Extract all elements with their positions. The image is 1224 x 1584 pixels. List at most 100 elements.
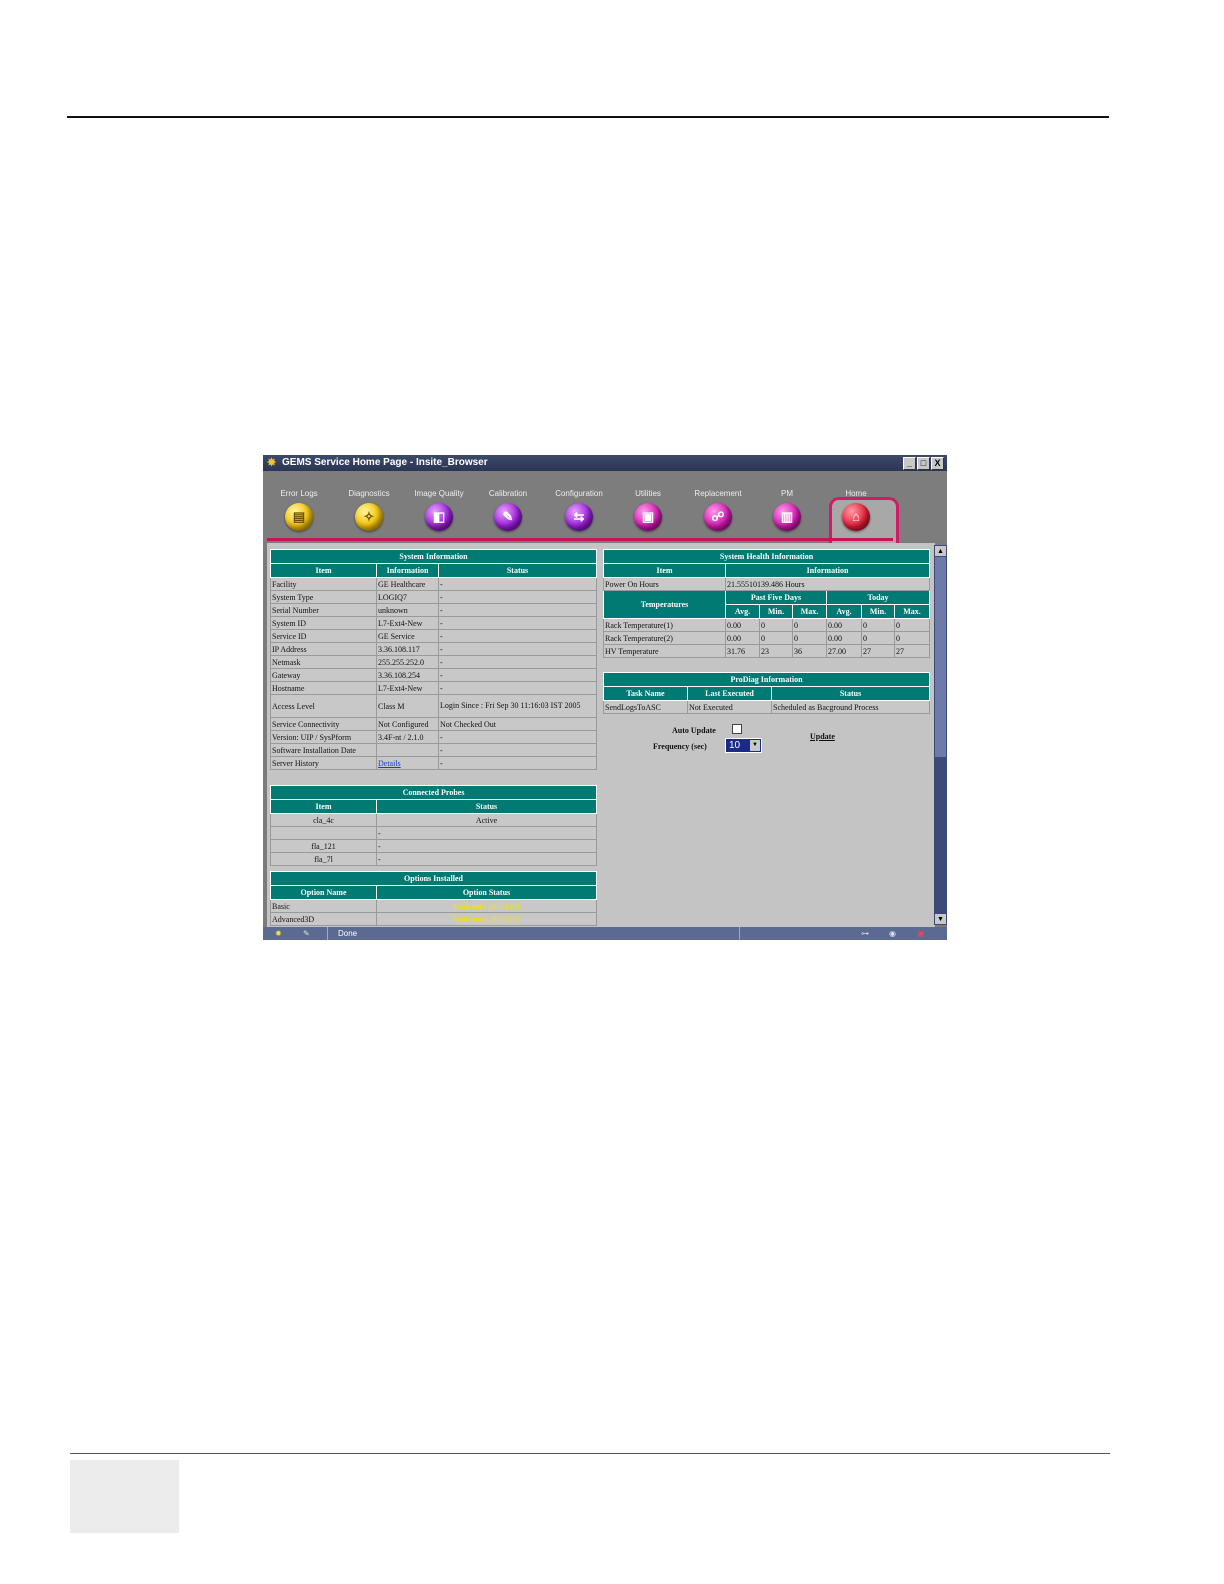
vertical-scrollbar[interactable]: ▲ ▼ <box>934 545 947 925</box>
scroll-up-icon[interactable]: ▲ <box>935 546 946 556</box>
status-divider <box>739 927 740 940</box>
health-header-information: Information <box>724 563 931 578</box>
scroll-down-icon[interactable]: ▼ <box>935 914 946 924</box>
calibration-icon[interactable]: ✎ <box>494 503 522 531</box>
error-logs-icon[interactable]: ▤ <box>285 503 313 531</box>
temp-value: 27 <box>861 644 895 658</box>
scroll-thumb[interactable] <box>935 557 946 757</box>
diagnostics-icon[interactable]: ✧ <box>355 503 383 531</box>
temp-value: 27.00 <box>826 644 862 658</box>
pm-icon[interactable]: ▥ <box>773 503 801 531</box>
toolbar-item-error-logs[interactable]: Error Logs ▤ <box>263 488 335 546</box>
status-bar: ✹ ✎ Done ⊶ ◉ ▣ <box>263 927 947 940</box>
toolbar-item-pm[interactable]: PM ▥ <box>751 488 823 546</box>
toolbar-item-label: Configuration <box>555 489 603 498</box>
update-link[interactable]: Update <box>810 732 835 741</box>
toolbar-item-label: Utilities <box>635 489 661 498</box>
cell-item: IP Address <box>270 642 377 656</box>
connected-probes-table: Connected Probes Item Status cla_4c Activ… <box>269 785 598 866</box>
temp-value: 0.00 <box>826 618 862 632</box>
cell-status: - <box>437 603 598 617</box>
table-row: Gateway 3.36.108.254- <box>270 668 598 682</box>
cell-information: Not Configured <box>376 717 439 731</box>
toolbar-item-diagnostics[interactable]: Diagnostics ✧ <box>333 488 405 546</box>
cell-item: System Type <box>270 590 377 604</box>
temp-subheader: Max. <box>792 604 827 619</box>
replacement-icon[interactable]: ☍ <box>704 503 732 531</box>
probe-name: fla_121 <box>270 839 377 853</box>
temp-value: 36 <box>792 644 827 658</box>
temp-value: 0 <box>792 631 827 645</box>
maximize-button[interactable]: □ <box>917 457 930 470</box>
table-row: Basic Valid until 20051231 <box>270 899 597 913</box>
table-row: Service Connectivity Not Configured Not Ch… <box>270 717 598 731</box>
cell-information: L7-Ext4-New <box>376 616 439 630</box>
temp-value: 0 <box>861 618 895 632</box>
configuration-icon[interactable]: ⇆ <box>565 503 593 531</box>
chevron-down-icon[interactable]: ▼ <box>750 740 760 751</box>
temp-name: Rack Temperature(1) <box>603 618 726 632</box>
temp-subheader: Avg. <box>826 604 862 619</box>
home-icon[interactable]: ⌂ <box>842 503 870 531</box>
frequency-select[interactable]: 10 ▼ <box>725 738 762 753</box>
table-row: Rack Temperature(1) 0.00 0 0 0.00 0 0 <box>603 618 931 632</box>
frequency-value: 10 <box>729 740 741 751</box>
power-on-hours-value: 21.55510139.486 Hours <box>724 577 931 591</box>
toolbar-item-image-quality[interactable]: Image Quality ◧ <box>403 488 475 546</box>
table-row: - <box>270 826 598 840</box>
frequency-label: Frequency (sec) <box>653 742 707 751</box>
cell-status: Not Checked Out <box>437 717 598 731</box>
temperatures-header: Temperatures <box>603 590 726 619</box>
table-row: System Type LOGIQ7- <box>270 590 598 604</box>
close-button[interactable]: X <box>931 457 944 470</box>
toolbar-item-replacement[interactable]: Replacement ☍ <box>682 488 754 546</box>
table-row: IP Address 3.36.108.117- <box>270 642 598 656</box>
temp-value: 0.00 <box>725 618 760 632</box>
toolbar-item-configuration[interactable]: Configuration ⇆ <box>543 488 615 546</box>
status-text: Done <box>338 929 358 938</box>
cell-information: Details <box>376 756 439 770</box>
toolbar-item-utilities[interactable]: Utilities ▣ <box>612 488 684 546</box>
col-header-item: Item <box>270 563 377 578</box>
table-row: Server History Details - <box>270 756 598 770</box>
cell-status: - <box>437 668 598 682</box>
cell-information: 3.36.108.254 <box>376 668 439 682</box>
col-header-information: Information <box>376 563 439 578</box>
details-link[interactable]: Details <box>378 759 401 768</box>
table-row: Serial Number unknown - <box>270 603 598 617</box>
toolbar-item-label: Diagnostics <box>348 489 390 498</box>
prodiag-title: ProDiag Information <box>602 672 931 687</box>
cell-item: Hostname <box>270 681 377 695</box>
cell-information <box>376 743 439 757</box>
toolbar-item-calibration[interactable]: Calibration ✎ <box>472 488 544 546</box>
cell-item: Server History <box>270 756 377 770</box>
table-row: Advanced3D Valid until 20051231 <box>270 912 597 926</box>
temp-subheader: Max. <box>893 604 931 619</box>
footer-box <box>70 1460 179 1533</box>
cell-information: L7-Ext4-New <box>376 681 439 695</box>
cell-item: System ID <box>270 616 377 630</box>
table-row: fla_121- <box>270 839 598 853</box>
toolbar-item-home[interactable]: Home ⌂ <box>820 488 892 546</box>
image-quality-icon[interactable]: ◧ <box>425 503 453 531</box>
cell-status: - <box>437 629 598 643</box>
pen-icon: ✎ <box>303 929 310 938</box>
auto-update-label: Auto Update <box>672 726 716 735</box>
status-divider <box>327 927 328 940</box>
temp-value: 0 <box>792 618 827 632</box>
temp-subheader: Avg. <box>725 604 760 619</box>
minimize-button[interactable]: _ <box>903 457 916 470</box>
cell-item: Service Connectivity <box>270 717 377 731</box>
content-area: System Information Item Information Stat… <box>267 543 935 927</box>
auto-update-checkbox[interactable] <box>732 724 742 734</box>
prodiag-header-task: Task Name <box>603 686 688 701</box>
probe-status: - <box>375 826 598 840</box>
probes-header-item: Item <box>270 799 377 814</box>
table-row: Version: UIP / SysPform 3.4F-nt / 2.1.0- <box>270 730 598 744</box>
prodiag-table: ProDiag Information Task Name Last Execu… <box>602 672 931 714</box>
service-toolbar: Error Logs ▤ Diagnostics ✧ Image Quality ◧ Cal… <box>263 471 947 558</box>
table-row: HV Temperature 31.76 23 36 27.00 27 27 <box>603 644 931 658</box>
probes-header-status: Status <box>375 799 598 814</box>
utilities-icon[interactable]: ▣ <box>634 503 662 531</box>
options-header-status: Option Status <box>376 885 597 900</box>
